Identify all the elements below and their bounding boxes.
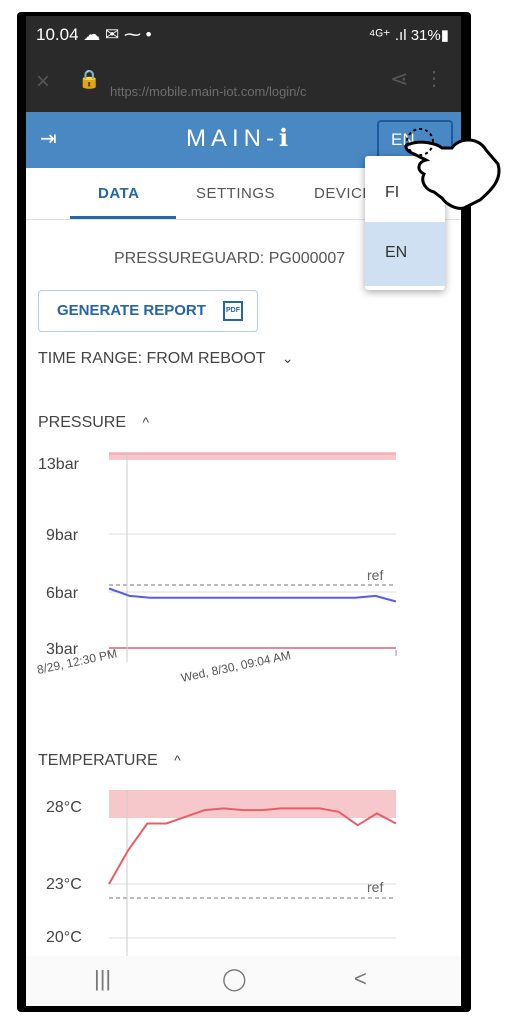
chevron-up-icon: ^ [174,752,181,768]
temperature-chart: 28°C 23°C 20°C ref [46,790,397,956]
android-nav-bar: ||| ◯ < [26,956,461,1006]
temperature-section-header[interactable]: TEMPERATURE ^ [38,752,181,770]
close-icon[interactable]: × [36,68,50,96]
pressure-y-label: 6bar [46,585,79,602]
language-option-en[interactable]: EN [365,222,445,286]
pointing-hand-icon [404,128,501,210]
browser-url-bar: × 🔒 https://mobile.main-iot.com/login/c … [26,56,461,112]
pressure-label: PRESSURE [38,414,127,431]
device-title: PRESSUREGUARD: PG000007 [114,250,346,267]
temperature-label: TEMPERATURE [38,752,158,769]
time-range-selector[interactable]: TIME RANGE: FROM REBOOT ⌄ [38,350,293,368]
pressure-alarm-band [109,452,396,460]
temperature-y-label: 23°C [46,876,82,893]
pdf-icon: PDF [223,301,243,321]
temperature-ref-label: ref [367,879,383,895]
chevron-down-icon: ⌄ [281,350,294,366]
status-bar: 10.04 ☁ ✉ ⁓ • ⁴ᴳ⁺ .ıl 31%▮ [26,16,461,56]
tab-settings[interactable]: SETTINGS [196,185,275,202]
temperature-y-label: 28°C [46,799,82,816]
pressure-chart: 13bar 9bar 6bar 3bar ref 8/29, 12:30 PM … [36,452,397,684]
pressure-series-line [108,587,397,603]
temperature-y-label: 20°C [46,929,82,946]
generate-report-button[interactable]: GENERATE REPORT PDF [38,290,258,332]
recents-icon[interactable]: ||| [94,966,111,992]
pressure-y-label: 13bar [38,456,80,473]
home-icon[interactable]: ◯ [222,966,247,992]
time-range-label: TIME RANGE: FROM REBOOT [38,350,266,367]
active-tab-indicator [70,216,176,219]
chevron-up-icon: ^ [142,414,150,430]
url-text[interactable]: https://mobile.main-iot.com/login/c [110,84,380,99]
pressure-x-label: Wed, 8/30, 09:04 AM [180,648,292,684]
temperature-series-line [108,807,397,885]
pressure-y-label: 9bar [46,527,79,544]
logout-icon[interactable]: ⇥ [40,126,57,151]
tab-data[interactable]: DATA [98,185,139,202]
generate-report-label: GENERATE REPORT [57,302,206,319]
status-indicators: ⁴ᴳ⁺ .ıl 31%▮ [368,27,449,44]
temperature-alarm-band [109,790,396,818]
lock-icon[interactable]: 🔒 [78,69,100,90]
share-icon[interactable]: ⋖ [390,66,408,92]
status-time: 10.04 ☁ ✉ ⁓ • [36,25,152,44]
pressure-section-header[interactable]: PRESSURE ^ [38,414,149,432]
back-icon[interactable]: < [354,966,367,992]
hand-outline [404,138,501,210]
app-logo: MAIN-ℹ [186,125,294,152]
more-options-icon[interactable]: ⋮ [424,66,444,91]
pressure-ref-label: ref [367,567,383,583]
